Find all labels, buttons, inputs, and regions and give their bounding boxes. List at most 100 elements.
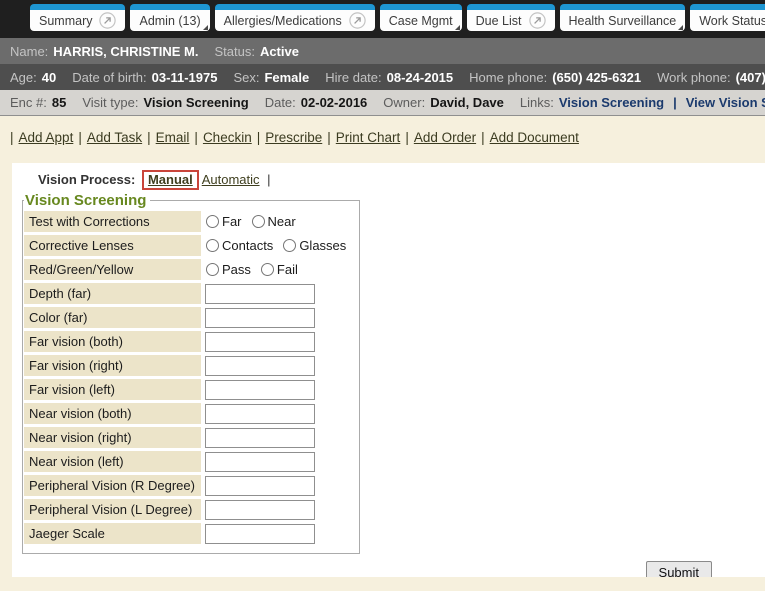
- info-label: Hire date:: [325, 70, 381, 85]
- tab-due-list[interactable]: Due List: [467, 4, 555, 31]
- form-row-far-vision-right: Far vision (right): [24, 355, 355, 376]
- input-far-vision-right[interactable]: [205, 356, 315, 376]
- field-control: [201, 403, 315, 424]
- field-label: Near vision (right): [24, 427, 201, 448]
- vision-process-option-manual[interactable]: Manual: [148, 172, 193, 187]
- input-near-vision-right[interactable]: [205, 428, 315, 448]
- vision-process-options: Manual Automatic |: [139, 172, 271, 187]
- tab-health-surveillance[interactable]: Health Surveillance: [560, 4, 686, 31]
- submit-button[interactable]: Submit: [646, 561, 712, 577]
- action-link-separator: |: [481, 130, 485, 145]
- submit-row: Submit: [12, 554, 765, 577]
- info-label: Sex:: [233, 70, 259, 85]
- field-control: [201, 283, 315, 304]
- encounter-link-view-vision-screening[interactable]: View Vision Screening: [686, 95, 765, 110]
- info-value: (407) 939: [736, 70, 765, 85]
- tab-work-status[interactable]: Work Status: [690, 4, 765, 31]
- input-far-vision-left[interactable]: [205, 380, 315, 400]
- encounter-link-vision-screening[interactable]: Vision Screening: [559, 95, 664, 110]
- input-far-vision-both[interactable]: [205, 332, 315, 352]
- info-value: Vision Screening: [143, 95, 248, 110]
- info-pair-age: Age:40: [10, 70, 56, 85]
- info-value: Female: [264, 70, 309, 85]
- info-label: Status:: [214, 44, 254, 59]
- action-link-checkin[interactable]: Checkin: [203, 130, 252, 145]
- radio-red-green-yellow-fail[interactable]: [261, 263, 274, 276]
- info-label: Home phone:: [469, 70, 547, 85]
- tab-label: Work Status: [699, 14, 765, 28]
- info-value: (650) 425-6321: [552, 70, 641, 85]
- radio-corrective-lenses-contacts[interactable]: [206, 239, 219, 252]
- form-row-peripheral-vision-r-degree: Peripheral Vision (R Degree): [24, 475, 355, 496]
- vision-process-option-automatic[interactable]: Automatic: [202, 172, 260, 187]
- info-pair-sex: Sex: Female: [233, 70, 309, 85]
- encounter-links: Links:Vision Screening|View Vision Scree…: [520, 95, 765, 110]
- input-near-vision-left[interactable]: [205, 452, 315, 472]
- tab-admin-13[interactable]: Admin (13): [130, 4, 209, 31]
- radio-test-with-corrections-near[interactable]: [252, 215, 265, 228]
- links-label: Links:: [520, 95, 554, 110]
- info-pair-date-of-birth: Date of birth:03-11-1975: [72, 70, 217, 85]
- field-control: [201, 331, 315, 352]
- radio-option-test-with-corrections-near: Near: [251, 214, 296, 229]
- radio-test-with-corrections-far[interactable]: [206, 215, 219, 228]
- action-link-add-document[interactable]: Add Document: [490, 130, 579, 145]
- radio-option-label: Far: [222, 214, 242, 229]
- info-label: Date:: [265, 95, 296, 110]
- field-control: [201, 475, 315, 496]
- input-depth-far[interactable]: [205, 284, 315, 304]
- radio-option-test-with-corrections-far: Far: [205, 214, 242, 229]
- input-jaeger-scale[interactable]: [205, 524, 315, 544]
- field-label: Near vision (left): [24, 451, 201, 472]
- field-control: Contacts Glasses: [201, 235, 355, 256]
- popout-icon: [349, 12, 366, 29]
- info-pair-owner: Owner:David, Dave: [383, 95, 504, 110]
- input-peripheral-vision-r-degree[interactable]: [205, 476, 315, 496]
- form-row-far-vision-left: Far vision (left): [24, 379, 355, 400]
- dropdown-corner-icon: [455, 25, 460, 30]
- action-link-email[interactable]: Email: [156, 130, 190, 145]
- radio-red-green-yellow-pass[interactable]: [206, 263, 219, 276]
- info-label: Owner:: [383, 95, 425, 110]
- tab-label: Allergies/Medications: [224, 14, 342, 28]
- action-link-separator: |: [10, 130, 14, 145]
- action-link-add-task[interactable]: Add Task: [87, 130, 142, 145]
- vision-screening-rows: Test with CorrectionsFarNearCorrective L…: [24, 211, 355, 544]
- action-link-add-appt[interactable]: Add Appt: [19, 130, 74, 145]
- action-link-separator: |: [147, 130, 151, 145]
- tab-label: Admin (13): [139, 14, 200, 28]
- radio-option-corrective-lenses-contacts: Contacts: [205, 238, 273, 253]
- form-row-red-green-yellow: Red/Green/YellowPassFail: [24, 259, 355, 280]
- info-pair-visit-type: Visit type:Vision Screening: [82, 95, 248, 110]
- radio-option-label: Fail: [277, 262, 298, 277]
- action-link-add-order[interactable]: Add Order: [414, 130, 476, 145]
- field-control: [201, 451, 315, 472]
- field-label: Depth (far): [24, 283, 201, 304]
- input-near-vision-both[interactable]: [205, 404, 315, 424]
- action-link-prescribe[interactable]: Prescribe: [265, 130, 322, 145]
- form-row-test-with-corrections: Test with CorrectionsFarNear: [24, 211, 355, 232]
- radio-option-corrective-lenses-glasses: Glasses: [282, 238, 346, 253]
- action-link-print-chart[interactable]: Print Chart: [336, 130, 401, 145]
- tab-summary[interactable]: Summary: [30, 4, 125, 31]
- patient-tab-bar: Summary Admin (13) Allergies/Medications Ca…: [0, 0, 765, 38]
- tab-allergies-medications[interactable]: Allergies/Medications: [215, 4, 375, 31]
- vision-screening-fieldset: Vision Screening Test with CorrectionsFa…: [22, 192, 360, 554]
- radio-option-label: Glasses: [299, 238, 346, 253]
- info-value: 02-02-2016: [301, 95, 368, 110]
- form-row-depth-far: Depth (far): [24, 283, 355, 304]
- action-link-separator: |: [405, 130, 409, 145]
- patient-demographics-bar: Age:40 Date of birth:03-11-1975 Sex: Female…: [0, 64, 765, 90]
- tab-case-mgmt[interactable]: Case Mgmt: [380, 4, 462, 31]
- input-color-far[interactable]: [205, 308, 315, 328]
- field-control: [201, 307, 315, 328]
- tab-label: Health Surveillance: [569, 14, 677, 28]
- field-label: Peripheral Vision (R Degree): [24, 475, 201, 496]
- form-row-near-vision-both: Near vision (both): [24, 403, 355, 424]
- input-peripheral-vision-l-degree[interactable]: [205, 500, 315, 520]
- left-gutter: [0, 163, 12, 577]
- dropdown-corner-icon: [203, 25, 208, 30]
- radio-corrective-lenses-glasses[interactable]: [283, 239, 296, 252]
- field-label: Corrective Lenses: [24, 235, 201, 256]
- vision-process-trailing-separator: |: [267, 172, 270, 187]
